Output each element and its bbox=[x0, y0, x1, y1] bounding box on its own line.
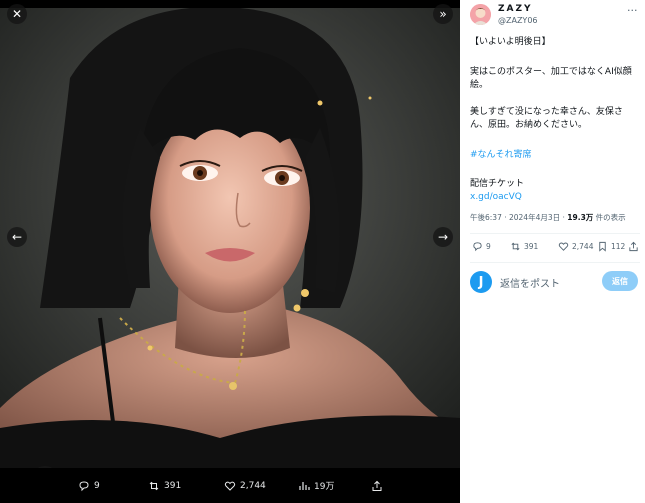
tweet-panel: ZAZY @ZAZY06 ··· 【いよいよ明後日】 実はこのポスター、加工では… bbox=[460, 0, 645, 503]
tweet-image[interactable] bbox=[0, 8, 460, 468]
retweet-icon bbox=[148, 480, 160, 492]
tweet-line-body-2: 美しすぎて没になった幸さん、友保さん、原田。お納めください。 bbox=[470, 107, 623, 130]
reply-submit-button[interactable]: 返信 bbox=[602, 271, 638, 291]
reply-icon bbox=[473, 242, 482, 252]
author-name[interactable]: ZAZY bbox=[498, 4, 533, 14]
viewer-retweet-button[interactable]: 391 bbox=[148, 468, 181, 503]
viewer-retweet-count: 391 bbox=[164, 480, 182, 491]
media-action-bar: 9 391 2,744 19万 bbox=[0, 468, 460, 503]
retweet-count: 391 bbox=[524, 242, 539, 251]
more-options-icon[interactable]: ··· bbox=[627, 4, 638, 17]
bookmark-icon bbox=[599, 241, 606, 252]
bookmark-button[interactable]: 112 bbox=[597, 241, 625, 252]
viewer-reply-button[interactable]: 9 bbox=[78, 468, 100, 503]
tweet-actions: 9 391 2,744 112 bbox=[470, 241, 645, 255]
tweet-line-body-1: 実はこのポスター、加工ではなくAI似顔絵。 bbox=[470, 67, 632, 90]
heart-icon bbox=[224, 480, 236, 492]
arrow-right-icon[interactable]: → bbox=[433, 227, 453, 247]
viewer-views-count: 19万 bbox=[314, 482, 335, 492]
reply-button[interactable]: 9 bbox=[472, 241, 491, 252]
media-viewer: ✕ » ← → メッ 9 391 2,744 19万 bbox=[0, 0, 460, 503]
viewer-reply-count: 9 bbox=[94, 480, 100, 491]
retweet-icon bbox=[511, 242, 520, 251]
heart-icon bbox=[558, 242, 569, 251]
hashtag-link[interactable]: #なんそれ寄席 bbox=[470, 149, 532, 162]
reply-count: 9 bbox=[486, 242, 491, 251]
author-avatar[interactable] bbox=[470, 4, 491, 25]
retweet-button[interactable]: 391 bbox=[510, 241, 538, 252]
reply-icon bbox=[78, 480, 90, 492]
share-button[interactable] bbox=[628, 241, 639, 252]
bookmark-count: 112 bbox=[611, 242, 626, 251]
viewer-like-button[interactable]: 2,744 bbox=[224, 468, 266, 503]
tweet-line-heading: 【いよいよ明後日】 bbox=[470, 37, 551, 47]
viewer-share-button[interactable] bbox=[371, 468, 383, 503]
like-button[interactable]: 2,744 bbox=[558, 241, 593, 252]
tweet-view-suffix: 件の表示 bbox=[593, 213, 626, 222]
share-icon bbox=[629, 241, 638, 252]
double-chevron-right-icon[interactable]: » bbox=[433, 4, 453, 24]
divider bbox=[470, 262, 640, 263]
close-icon[interactable]: ✕ bbox=[7, 4, 27, 24]
tweet-meta: 午後6:37 · 2024年4月3日 · 19.3万 件の表示 bbox=[470, 212, 626, 223]
current-user-avatar[interactable]: J bbox=[470, 271, 492, 293]
divider bbox=[470, 233, 640, 234]
ticket-link[interactable]: x.gd/oacVQ bbox=[470, 191, 522, 204]
share-icon bbox=[371, 480, 383, 492]
viewer-views-button[interactable]: 19万 bbox=[298, 468, 334, 503]
bar-chart-icon bbox=[298, 480, 310, 492]
viewer-like-count: 2,744 bbox=[240, 480, 266, 491]
arrow-left-icon[interactable]: ← bbox=[7, 227, 27, 247]
like-count: 2,744 bbox=[572, 242, 594, 251]
tweet-view-count: 19.3万 bbox=[567, 213, 594, 222]
author-handle[interactable]: @ZAZY06 bbox=[498, 16, 538, 25]
ticket-label: 配信チケット bbox=[470, 179, 525, 189]
reply-input[interactable]: 返信をポスト bbox=[500, 275, 560, 290]
tweet-timestamp[interactable]: 午後6:37 · 2024年4月3日 · bbox=[470, 213, 567, 222]
